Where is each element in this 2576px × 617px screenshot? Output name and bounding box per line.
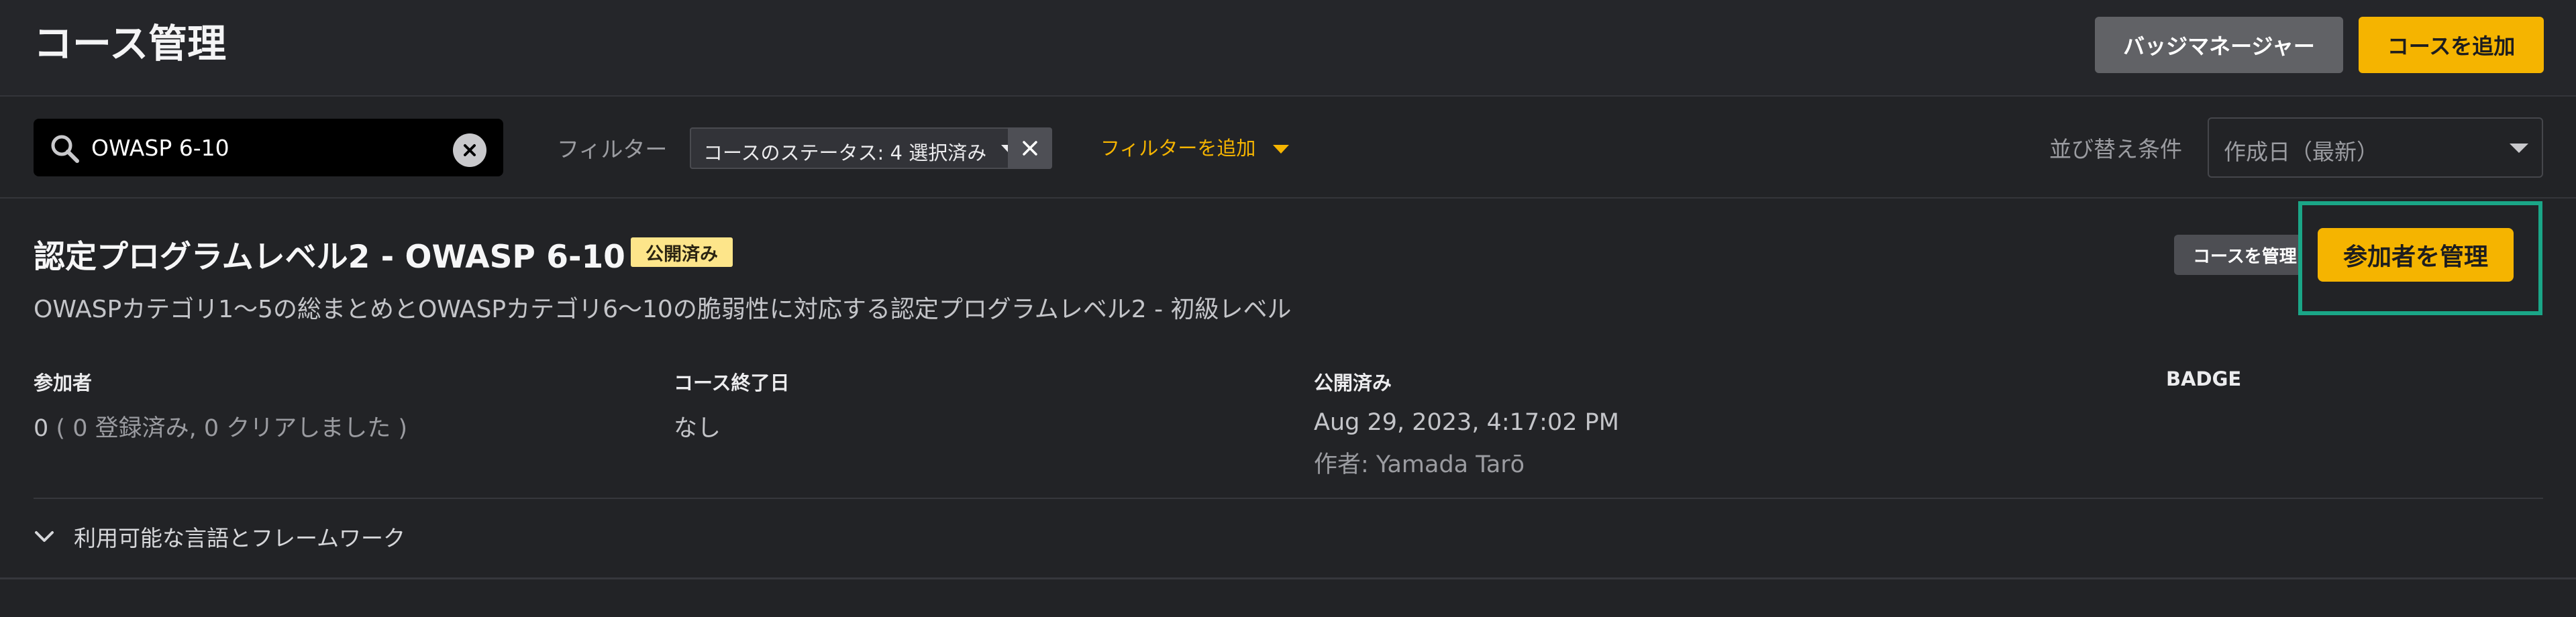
manage-participants-button[interactable]: 参加者を管理: [2318, 228, 2514, 282]
add-filter-button[interactable]: フィルターを追加: [1100, 133, 1289, 161]
remove-filter-button[interactable]: [1008, 127, 1052, 169]
participants-detail: ( 0 登録済み, 0 クリアしました ): [56, 415, 408, 442]
participants-label: 参加者: [34, 372, 93, 394]
sort-select[interactable]: 作成日（最新）: [2208, 117, 2543, 178]
status-badge: 公開済み: [631, 237, 733, 267]
add-filter-label: フィルターを追加: [1100, 137, 1256, 160]
languages-toggle[interactable]: 利用可能な言語とフレームワーク: [34, 520, 405, 553]
status-filter-chip[interactable]: コースのステータス: 4 選択済み: [690, 127, 1025, 169]
badge-label: BADGE: [2166, 368, 2242, 390]
manage-course-button[interactable]: コースを管理: [2174, 235, 2302, 275]
course-title: 認定プログラムレベル2 - OWASP 6-10: [34, 239, 625, 276]
languages-toggle-label: 利用可能な言語とフレームワーク: [74, 525, 406, 551]
participants-value: 0 ( 0 登録済み, 0 クリアしました ): [34, 409, 407, 443]
published-value: Aug 29, 2023, 4:17:02 PM: [1314, 409, 1619, 436]
chevron-down-icon: [2510, 144, 2528, 153]
end-date-label: コース終了日: [674, 372, 790, 394]
filter-label: フィルター: [557, 136, 668, 162]
search-box[interactable]: [34, 119, 503, 176]
published-label: 公開済み: [1314, 372, 1392, 394]
end-date-value: なし: [674, 415, 721, 442]
page-title: コース管理: [34, 21, 227, 66]
participants-count: 0: [34, 415, 49, 442]
badge-manager-button[interactable]: バッジマネージャー: [2095, 17, 2343, 73]
search-icon: [51, 135, 79, 163]
sort-select-value: 作成日（最新）: [2224, 139, 2379, 165]
end-date-column: コース終了日 なし: [674, 368, 790, 443]
page-header: コース管理 バッジマネージャー コースを追加: [0, 0, 2576, 97]
add-course-button[interactable]: コースを追加: [2359, 17, 2544, 73]
participants-column: 参加者 0 ( 0 登録済み, 0 クリアしました ): [34, 368, 407, 443]
course-card: 認定プログラムレベル2 - OWASP 6-10 公開済み OWASPカテゴリ1…: [0, 200, 2576, 579]
filter-bar: フィルター コースのステータス: 4 選択済み フィルターを追加 並び替え条件 …: [0, 98, 2576, 199]
clear-search-button[interactable]: [453, 133, 486, 167]
published-column: 公開済み Aug 29, 2023, 4:17:02 PM 作者: Yamada…: [1314, 368, 1619, 480]
status-filter-chip-label: コースのステータス: 4 選択済み: [703, 142, 987, 164]
close-icon: [464, 144, 476, 156]
chevron-down-icon: [35, 531, 54, 542]
search-input[interactable]: [91, 119, 467, 176]
caret-down-icon: [1272, 145, 1289, 154]
sort-label: 並び替え条件: [2049, 136, 2182, 162]
badge-column: BADGE: [2166, 368, 2241, 390]
course-description: OWASPカテゴリ1〜5の総まとめとOWASPカテゴリ6〜10の脆弱性に対応する…: [34, 296, 1292, 323]
close-icon: [1023, 141, 1037, 156]
divider: [34, 498, 2543, 499]
author-value: 作者: Yamada Tarō: [1314, 451, 1525, 478]
